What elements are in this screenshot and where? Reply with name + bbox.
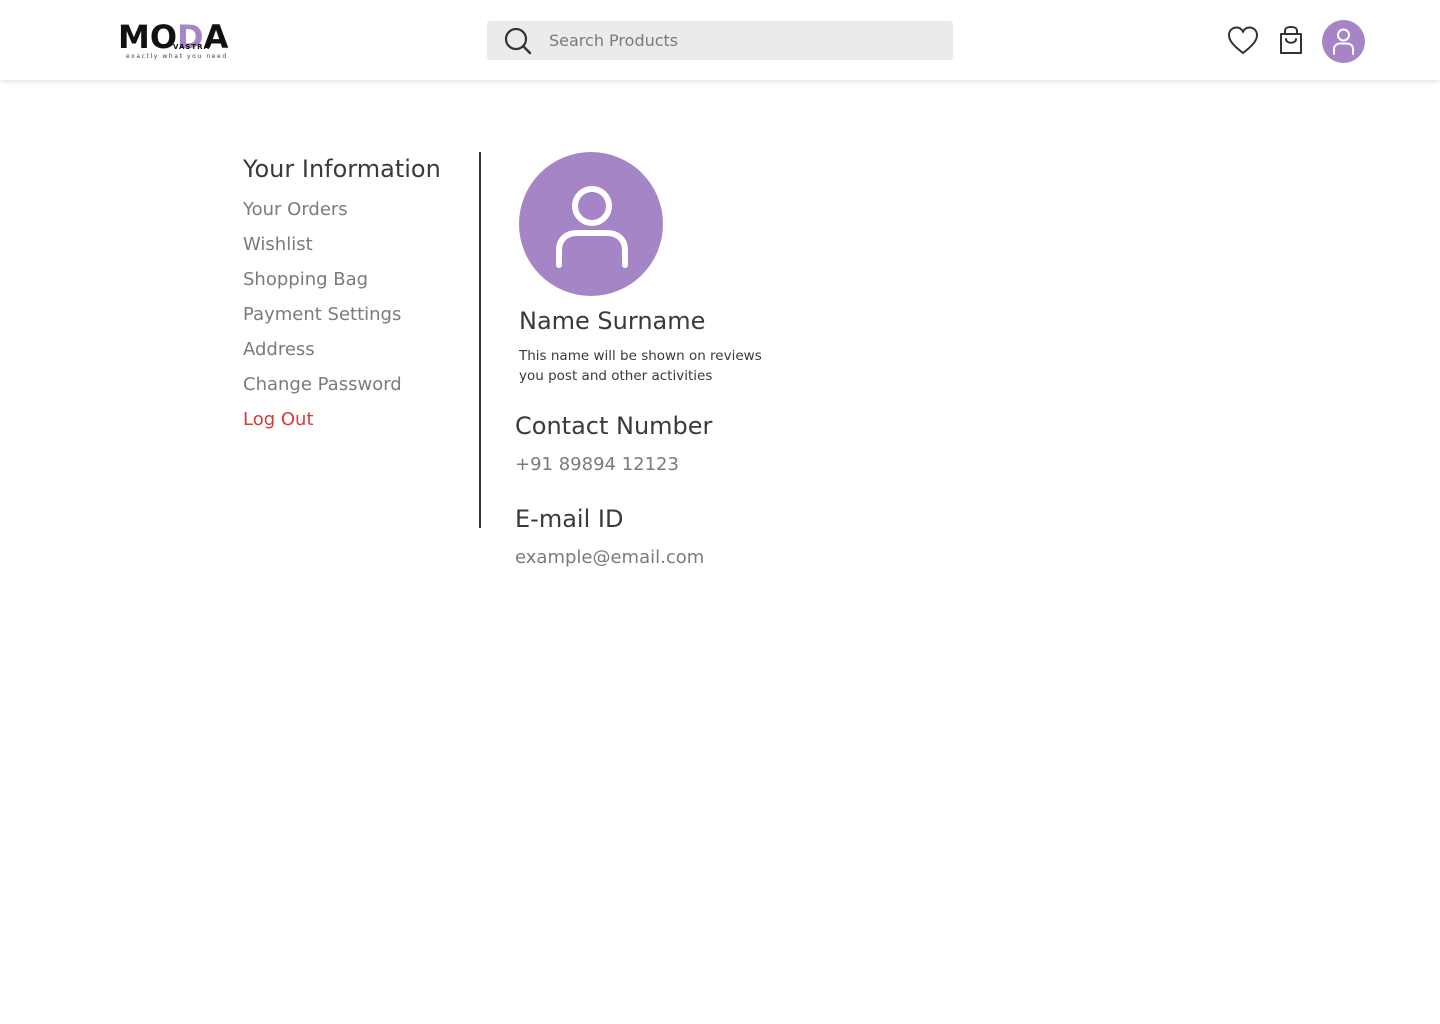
profile-avatar[interactable] <box>519 152 663 296</box>
contact-number-value[interactable]: +91 89894 12123 <box>515 454 679 475</box>
contact-number-label: Contact Number <box>515 412 713 440</box>
logo-tagline: exactly what you need <box>126 53 228 60</box>
user-icon <box>1333 28 1354 55</box>
profile-name-note: This name will be shown on reviews you p… <box>519 348 762 384</box>
email-value[interactable]: example@email.com <box>515 547 704 568</box>
sidebar-item-your-orders[interactable]: Your Orders <box>243 199 348 220</box>
heart-icon[interactable] <box>1226 24 1260 58</box>
brand-logo[interactable]: MODA VASTRA exactly what you need <box>118 18 228 62</box>
profile-name: Name Surname <box>519 307 706 335</box>
search-icon[interactable] <box>503 27 533 55</box>
logo-sub: VASTRA <box>173 43 210 51</box>
sidebar-item-wishlist[interactable]: Wishlist <box>243 234 313 255</box>
vertical-divider <box>479 152 481 528</box>
sidebar-title[interactable]: Your Information <box>243 155 441 183</box>
sidebar-item-log-out[interactable]: Log Out <box>243 409 314 430</box>
sidebar-item-payment-settings[interactable]: Payment Settings <box>243 304 401 325</box>
sidebar-item-address[interactable]: Address <box>243 339 315 360</box>
search-input[interactable] <box>549 21 929 60</box>
email-label: E-mail ID <box>515 505 624 533</box>
sidebar-item-change-password[interactable]: Change Password <box>243 374 402 395</box>
sidebar-item-shopping-bag[interactable]: Shopping Bag <box>243 269 368 290</box>
account-avatar-button[interactable] <box>1322 20 1365 63</box>
shopping-bag-icon[interactable] <box>1274 24 1308 58</box>
top-navigation-bar: MODA VASTRA exactly what you need <box>0 0 1440 80</box>
search-bar <box>487 21 953 60</box>
user-icon <box>556 186 628 268</box>
